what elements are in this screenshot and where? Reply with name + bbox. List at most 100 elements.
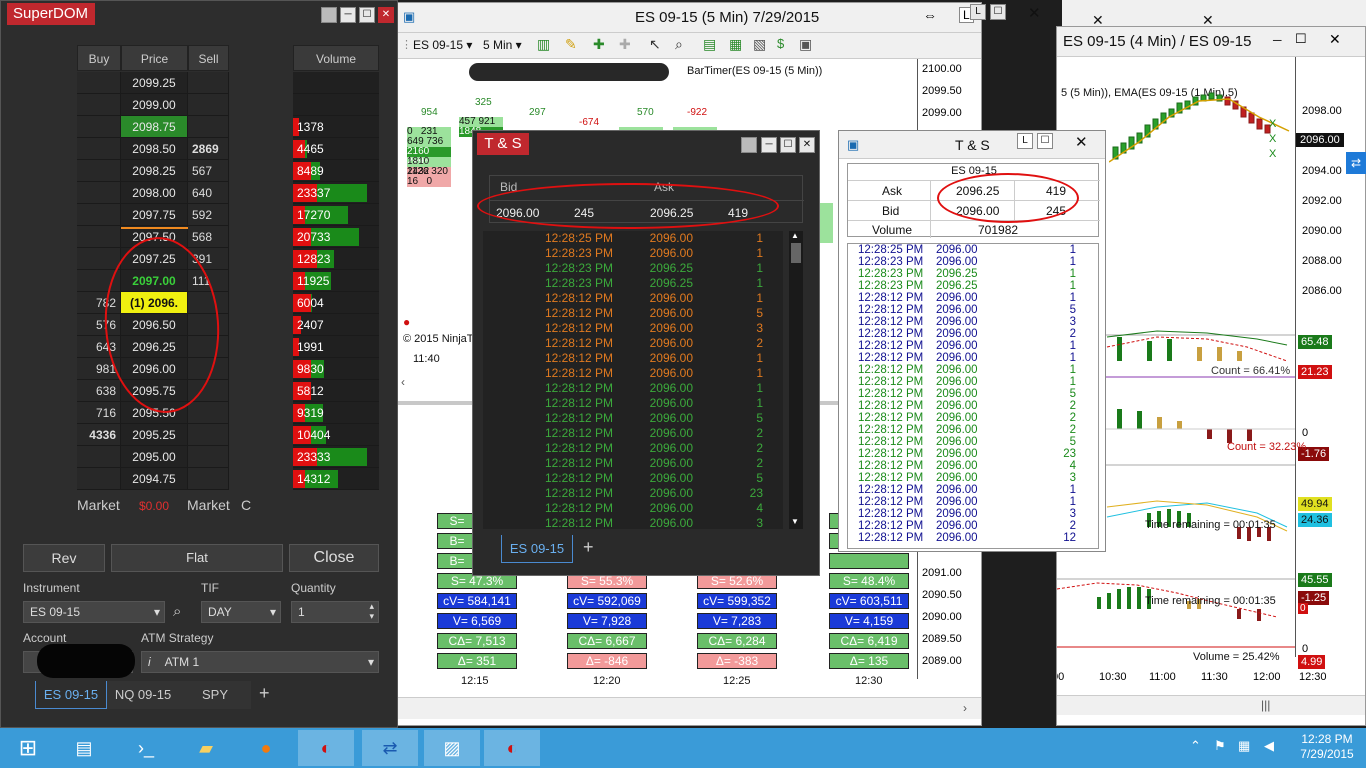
market-buy-label[interactable]: Market	[77, 497, 120, 513]
sell-cell[interactable]	[188, 94, 229, 116]
drawing-tool-icon[interactable]: ✎	[565, 36, 577, 53]
properties-icon[interactable]: ▣	[799, 36, 812, 53]
strategies-icon[interactable]: ▦	[729, 36, 742, 53]
crosshair-icon[interactable]: ✚	[593, 36, 605, 53]
buy-cell[interactable]	[77, 160, 121, 182]
maximize-icon[interactable]: ☐	[359, 7, 375, 23]
tab-spy[interactable]: SPY	[179, 681, 251, 709]
header-price[interactable]: Price	[121, 45, 188, 71]
horizontal-scrollbar[interactable]: |||	[1057, 695, 1365, 715]
teamviewer-icon[interactable]: ⇄	[362, 730, 418, 766]
flat-button[interactable]: Flat	[111, 544, 283, 572]
sell-cell[interactable]: 592	[188, 204, 229, 226]
buy-cell[interactable]	[77, 468, 121, 490]
price-cell[interactable]: 2094.75	[121, 468, 188, 490]
scroll-right-arrow[interactable]: ›	[963, 701, 967, 715]
scroll-up-arrow[interactable]: ▲	[791, 231, 799, 240]
horizontal-scrollbar[interactable]: ›	[393, 697, 981, 719]
restore-icon[interactable]: ☐	[1037, 133, 1053, 149]
network-icon[interactable]: ▦	[1238, 738, 1250, 754]
sell-cell[interactable]: 568	[188, 226, 229, 248]
buy-cell[interactable]	[77, 94, 121, 116]
add-tab-button[interactable]: +	[583, 537, 594, 558]
scroll-thumb[interactable]	[791, 243, 801, 263]
buy-cell[interactable]: 638	[77, 380, 121, 402]
indicators-icon[interactable]: ▤	[703, 36, 716, 53]
sell-cell[interactable]: 640	[188, 182, 229, 204]
ninjatrader-icon[interactable]: ◐	[484, 730, 540, 766]
buy-cell[interactable]	[77, 204, 121, 226]
close-icon[interactable]: ✕	[378, 7, 394, 23]
buy-cell[interactable]	[77, 248, 121, 270]
price-cell[interactable]: 2095.25	[121, 424, 188, 446]
powershell-icon[interactable]: ›_	[118, 730, 174, 766]
sell-cell[interactable]	[188, 424, 229, 446]
buy-cell[interactable]	[77, 138, 121, 160]
buy-cell[interactable]	[77, 182, 121, 204]
tab-es[interactable]: ES 09-15	[501, 535, 573, 563]
flag-icon[interactable]: ⚑	[1214, 738, 1226, 754]
buy-cell[interactable]	[77, 72, 121, 94]
buy-cell[interactable]	[77, 116, 121, 138]
windows-start-icon[interactable]: ⊞	[0, 730, 56, 766]
vertical-scrollbar[interactable]: ▲ ▼	[789, 231, 803, 529]
minimize-icon[interactable]: ─	[340, 7, 356, 23]
price-cell[interactable]: 2095.00	[121, 446, 188, 468]
server-manager-icon[interactable]: ▤	[56, 730, 112, 766]
firefox-icon[interactable]: ●	[238, 730, 294, 766]
price-cell[interactable]: 2098.25	[121, 160, 188, 182]
instrument-selector[interactable]: ES 09-15 ▾	[413, 38, 472, 52]
price-cell[interactable]: 2097.75	[121, 204, 188, 226]
buy-cell[interactable]: 4336	[77, 424, 121, 446]
instrument-select[interactable]: ES 09-15 ▾	[23, 601, 165, 623]
scroll-left-arrow[interactable]: ‹	[401, 375, 405, 389]
maximize-icon[interactable]: ☐	[1295, 31, 1307, 47]
sell-cell[interactable]: 2869	[188, 138, 229, 160]
sell-cell[interactable]	[188, 72, 229, 94]
close-button[interactable]: Close	[289, 544, 379, 572]
sell-cell[interactable]	[188, 446, 229, 468]
atm-strategy-select[interactable]: i ATM 1 ▾	[141, 651, 379, 673]
close-icon[interactable]: ✕	[1075, 133, 1088, 151]
header-volume[interactable]: Volume	[293, 45, 379, 71]
price-cell[interactable]: 2098.75	[121, 116, 188, 138]
clock[interactable]: 12:28 PM 7/29/2015	[1294, 732, 1360, 762]
price-cell[interactable]: 2098.50	[121, 138, 188, 160]
zoom-icon[interactable]: ⌕	[675, 36, 683, 53]
price-cell[interactable]: 2099.00	[121, 94, 188, 116]
market-sell-label[interactable]: Market	[187, 497, 230, 513]
dollar-icon[interactable]: $	[777, 36, 784, 51]
pointer-icon[interactable]: ↖	[649, 36, 661, 53]
tab-nq[interactable]: NQ 09-15	[107, 681, 179, 709]
buy-cell[interactable]: 716	[77, 402, 121, 424]
sell-cell[interactable]	[188, 468, 229, 490]
header-sell[interactable]: Sell	[188, 45, 229, 71]
price-cell[interactable]: 2099.25	[121, 72, 188, 94]
pin-icon[interactable]: ✚	[619, 36, 631, 53]
tab-es[interactable]: ES 09-15	[35, 681, 107, 709]
volume-icon[interactable]: ◀	[1264, 738, 1274, 754]
interval-selector[interactable]: 5 Min ▾	[483, 38, 522, 52]
teamviewer-side-icon[interactable]: ⇄	[1346, 152, 1366, 174]
search-icon[interactable]: ⌕	[173, 603, 181, 620]
bar-type-icon[interactable]: ▥	[537, 36, 550, 53]
tray-overflow-icon[interactable]: ⌃	[1190, 738, 1201, 754]
ninjatrader-icon[interactable]: ◐	[298, 730, 354, 766]
window-icon[interactable]	[741, 137, 757, 153]
price-cell[interactable]: 2098.00	[121, 182, 188, 204]
data-box-icon[interactable]: ▧	[753, 36, 766, 53]
tif-select[interactable]: DAY ▾	[201, 601, 281, 623]
rev-button[interactable]: Rev	[23, 544, 105, 572]
sell-cell[interactable]	[188, 402, 229, 424]
add-tab-button[interactable]: +	[259, 683, 270, 704]
buy-cell[interactable]	[77, 446, 121, 468]
lock-icon[interactable]: L	[1017, 133, 1033, 149]
performance-monitor-icon[interactable]: ▨	[424, 730, 480, 766]
close-icon[interactable]: ✕	[1329, 31, 1341, 48]
scroll-down-arrow[interactable]: ▼	[791, 517, 799, 526]
window-icon[interactable]	[321, 7, 337, 23]
restore-icon[interactable]: ☐	[990, 4, 1006, 20]
close-icon[interactable]: ✕	[799, 137, 815, 153]
minimize-icon[interactable]: ─	[1273, 33, 1282, 47]
quantity-stepper[interactable]: 1 ▴ ▾	[291, 601, 379, 623]
